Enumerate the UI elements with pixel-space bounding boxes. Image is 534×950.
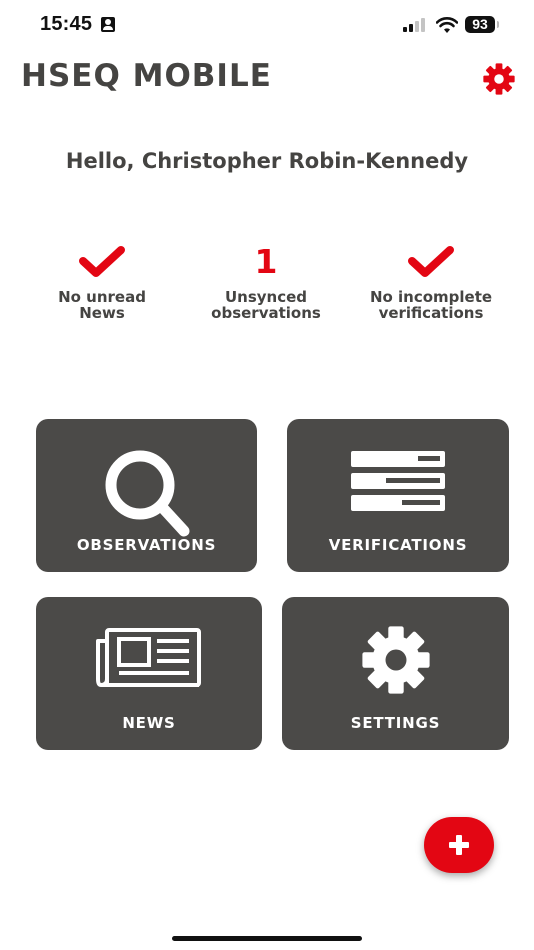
battery-icon: 93 [465, 16, 499, 33]
cellular-signal-icon [403, 18, 429, 32]
plus-icon [449, 835, 469, 855]
verifications-status: No incomplete verifications [346, 240, 516, 321]
verifications-status-label: No incomplete verifications [369, 288, 493, 322]
verifications-tile-label: VERIFICATIONS [328, 536, 468, 554]
add-button[interactable] [424, 817, 494, 873]
settings-tile-label: SETTINGS [350, 714, 441, 732]
news-tile[interactable]: NEWS [36, 597, 262, 750]
battery-level: 93 [472, 16, 488, 32]
contact-card-icon [101, 17, 115, 32]
gear-icon[interactable] [482, 62, 516, 96]
news-status: No unread News [17, 240, 187, 321]
search-icon [105, 450, 189, 537]
observations-status: 1 Unsynced observations [181, 240, 351, 321]
settings-tile[interactable]: SETTINGS [282, 597, 509, 750]
status-bar: 15:45 93 [0, 0, 534, 50]
check-icon [408, 246, 454, 277]
status-summary: No unread News 1 Unsynced observations N… [0, 240, 534, 330]
observations-tile-label: OBSERVATIONS [76, 536, 217, 554]
observations-status-label: Unsynced observations [211, 288, 321, 322]
status-time: 15:45 [40, 13, 93, 35]
newspaper-icon [96, 628, 201, 687]
news-tile-label: NEWS [122, 714, 176, 732]
home-indicator[interactable] [172, 936, 362, 941]
gear-icon [361, 626, 430, 694]
greeting-text: Hello, Christopher Robin-Kennedy [65, 149, 469, 173]
verifications-tile[interactable]: VERIFICATIONS [287, 419, 509, 572]
wifi-icon [436, 17, 458, 33]
app-title: HSEQ MOBILE [21, 58, 272, 94]
list-icon [351, 451, 445, 511]
unsynced-count: 1 [254, 242, 278, 281]
check-icon [79, 246, 125, 277]
observations-tile[interactable]: OBSERVATIONS [36, 419, 257, 572]
news-status-label: No unread News [58, 288, 146, 322]
